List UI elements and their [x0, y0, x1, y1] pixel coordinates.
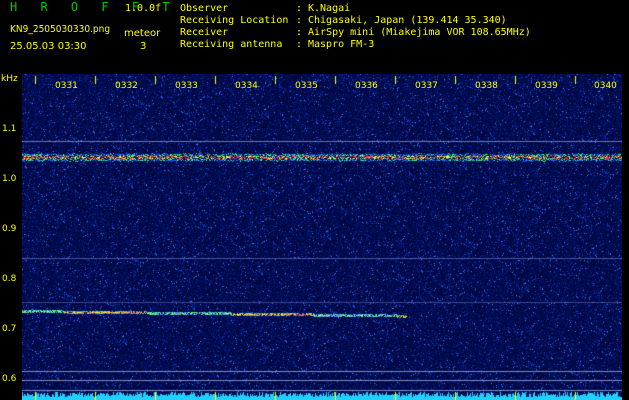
y-tick-label: 0.8	[2, 274, 17, 284]
y-axis: 1.1 1.0 0.9 0.8 0.7 0.6	[0, 74, 22, 400]
timestamp-label: 25.05.03 03:30	[10, 41, 87, 52]
y-tick-label: 1.0	[2, 174, 17, 184]
filename-label: KN9_2505030330.png	[10, 24, 111, 35]
x-tick-label: 0331	[55, 81, 78, 91]
observer-colon: :	[296, 3, 303, 14]
receiver-label: Receiver	[180, 27, 229, 38]
antenna-colon: :	[296, 39, 303, 50]
x-tick-label: 0332	[115, 81, 138, 91]
observer-value: K.Nagai	[308, 3, 351, 14]
x-tick-label: 0334	[235, 81, 258, 91]
y-tick-label: 0.6	[2, 374, 17, 384]
receiver-value: AirSpy mini (Miakejima VOR 108.65MHz)	[308, 27, 531, 38]
header-panel: H R O F F T 1.0.0f KN9_2505030330.png me…	[0, 0, 629, 74]
detector-label: meteor	[124, 28, 161, 39]
x-tick-label: 0337	[415, 81, 438, 91]
location-colon: :	[296, 15, 303, 26]
receiver-colon: :	[296, 27, 303, 38]
app-version: 1.0.0f	[125, 3, 162, 14]
x-tick-label: 0338	[475, 81, 498, 91]
spectrogram-canvas	[22, 74, 622, 400]
y-tick-label: 0.9	[2, 224, 17, 234]
count-label: 3	[140, 41, 147, 52]
location-label: Receiving Location	[180, 15, 289, 26]
y-tick-label: 1.1	[2, 124, 17, 134]
spectrogram-plot	[22, 74, 622, 400]
antenna-label: Receiving antenna	[180, 39, 283, 50]
x-tick-label: 0335	[295, 81, 318, 91]
x-tick-label: 0340	[594, 81, 617, 91]
plot-right-edge	[622, 74, 629, 400]
antenna-value: Maspro FM-3	[308, 39, 375, 50]
y-axis-unit: kHz	[1, 74, 18, 84]
x-tick-label: 0339	[535, 81, 558, 91]
x-tick-label: 0336	[355, 81, 378, 91]
y-tick-label: 0.7	[2, 324, 17, 334]
x-tick-label: 0333	[175, 81, 198, 91]
observer-label: Observer	[180, 3, 229, 14]
location-value: Chigasaki, Japan (139.414 35.340)	[308, 15, 507, 26]
